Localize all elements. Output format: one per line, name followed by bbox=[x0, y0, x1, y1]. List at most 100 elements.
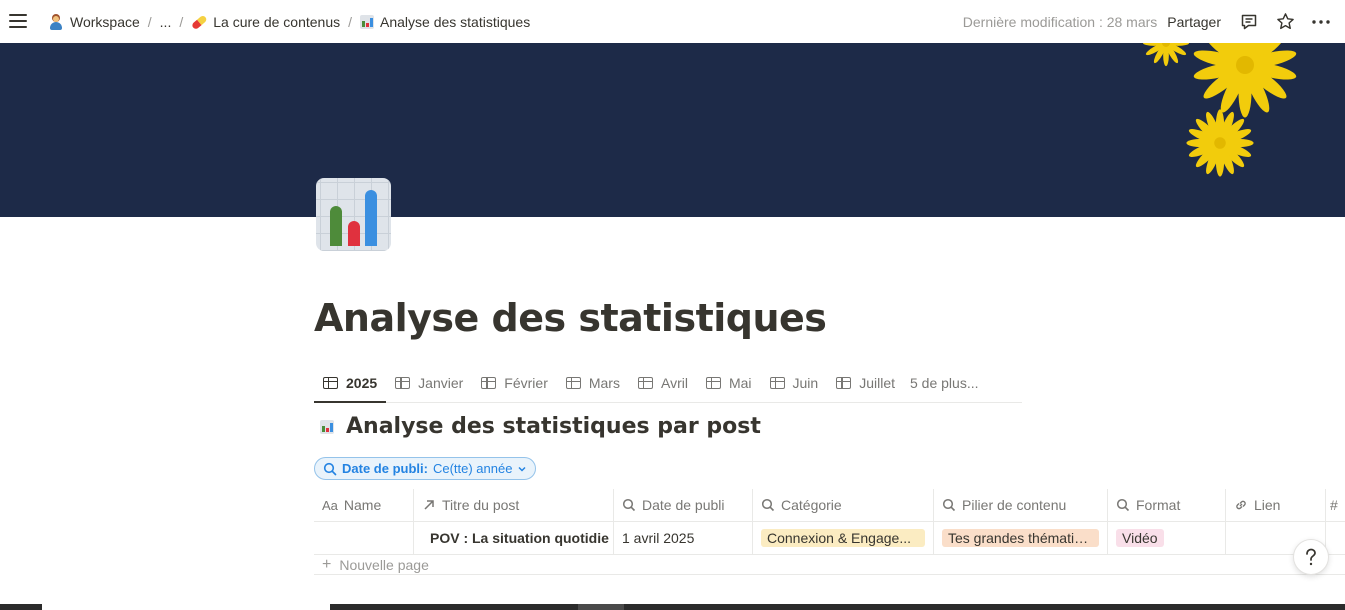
search-icon bbox=[622, 498, 636, 512]
pill-emoji-icon bbox=[188, 10, 211, 33]
table-icon bbox=[323, 377, 338, 389]
table-icon bbox=[705, 377, 721, 389]
column-label: Catégorie bbox=[781, 497, 842, 513]
breadcrumb-item-ellipsis[interactable]: ... bbox=[156, 12, 176, 32]
new-page-button[interactable]: + Nouvelle page bbox=[314, 555, 1345, 575]
text-type-icon: Aa bbox=[322, 497, 338, 513]
search-icon bbox=[323, 462, 337, 475]
bar-chart-emoji-icon bbox=[320, 419, 334, 434]
search-icon bbox=[942, 498, 956, 512]
column-label: Pilier de contenu bbox=[962, 497, 1067, 513]
tab-mars[interactable]: Mars bbox=[557, 364, 629, 402]
cell-categorie[interactable]: Connexion & Engage... bbox=[753, 522, 934, 554]
tab-label: Juin bbox=[792, 375, 819, 391]
category-tag: Connexion & Engage... bbox=[761, 529, 925, 547]
breadcrumb-label: La cure de contenus bbox=[213, 13, 341, 30]
tab-label: Mars bbox=[588, 375, 620, 391]
filter-property: Date de publi: bbox=[342, 461, 428, 476]
view-tabs: 2025 Janvier Février Mars Avril Mai Juin… bbox=[314, 364, 1022, 403]
hash-icon: # bbox=[1330, 497, 1338, 513]
table-header-row: Aa Name Titre du post Date de publi Caté… bbox=[314, 489, 1345, 522]
breadcrumb-separator: / bbox=[179, 13, 184, 30]
relation-arrow-icon bbox=[424, 500, 434, 510]
table-icon bbox=[395, 377, 411, 389]
column-label: Name bbox=[343, 497, 382, 513]
column-header-categorie[interactable]: Catégorie bbox=[753, 489, 934, 521]
breadcrumb-separator: / bbox=[348, 13, 352, 30]
plus-icon: + bbox=[322, 555, 332, 573]
tab-label: Mai bbox=[728, 375, 752, 391]
help-question-icon bbox=[1306, 548, 1316, 566]
os-taskbar bbox=[0, 604, 1345, 610]
cell-format[interactable]: Vidéo bbox=[1108, 522, 1226, 554]
comment-icon[interactable] bbox=[1237, 10, 1261, 34]
table-icon bbox=[836, 377, 852, 389]
link-icon bbox=[1236, 500, 1246, 510]
cell-name[interactable] bbox=[314, 522, 414, 554]
pillar-tag: Tes grandes thématiq... bbox=[942, 529, 1099, 547]
top-bar: Workspace / ... / La cure de contenus / … bbox=[0, 0, 1345, 43]
column-label: Lien bbox=[1254, 497, 1281, 513]
column-header-titre[interactable]: Titre du post bbox=[414, 489, 614, 521]
cell-date[interactable]: 1 avril 2025 bbox=[614, 522, 753, 554]
tab-fevrier[interactable]: Février bbox=[472, 364, 557, 402]
new-page-label: Nouvelle page bbox=[339, 556, 429, 573]
tab-label: Février bbox=[504, 375, 548, 391]
page-cover[interactable] bbox=[0, 43, 1345, 217]
search-icon bbox=[761, 498, 775, 512]
table-icon bbox=[637, 377, 653, 389]
star-icon[interactable] bbox=[1273, 10, 1297, 34]
table-icon bbox=[565, 377, 581, 389]
person-emoji-icon bbox=[48, 13, 64, 30]
sidebar-menu-icon[interactable] bbox=[9, 12, 27, 30]
breadcrumb-item-cure[interactable]: La cure de contenus bbox=[187, 12, 344, 32]
database-title[interactable]: Analyse des statistiques par post bbox=[346, 414, 761, 439]
column-header-number[interactable]: # bbox=[1326, 489, 1345, 521]
page-icon[interactable] bbox=[316, 178, 391, 251]
breadcrumb-label: Analyse des statistiques bbox=[380, 13, 531, 30]
database-table: Aa Name Titre du post Date de publi Caté… bbox=[314, 489, 1345, 575]
column-header-date[interactable]: Date de publi bbox=[614, 489, 753, 521]
breadcrumb-label: Workspace bbox=[70, 13, 140, 30]
cell-number[interactable] bbox=[1326, 522, 1345, 554]
tab-2025[interactable]: 2025 bbox=[314, 364, 387, 403]
bar-chart-emoji-icon bbox=[360, 14, 374, 29]
more-options-icon[interactable] bbox=[1309, 10, 1333, 34]
breadcrumb-separator: / bbox=[147, 13, 152, 30]
search-icon bbox=[1116, 498, 1130, 512]
tab-juin[interactable]: Juin bbox=[761, 364, 828, 402]
more-views-button[interactable]: 5 de plus... bbox=[904, 364, 985, 402]
tab-juillet[interactable]: Juillet bbox=[827, 364, 904, 402]
tab-label: Avril bbox=[660, 375, 688, 391]
column-label: Format bbox=[1136, 497, 1181, 513]
tab-label: Juillet bbox=[859, 375, 895, 391]
tab-avril[interactable]: Avril bbox=[629, 364, 697, 402]
cell-titre[interactable]: POV : La situation quotidie bbox=[414, 522, 614, 554]
format-tag: Vidéo bbox=[1116, 529, 1164, 547]
database-heading: Analyse des statistiques par post bbox=[320, 414, 761, 439]
breadcrumb-item-workspace[interactable]: Workspace bbox=[44, 12, 144, 32]
share-button[interactable]: Partager bbox=[1167, 14, 1221, 30]
column-header-format[interactable]: Format bbox=[1108, 489, 1226, 521]
date-filter-chip[interactable]: Date de publi: Ce(tte) année bbox=[314, 457, 537, 480]
cell-pilier[interactable]: Tes grandes thématiq... bbox=[934, 522, 1108, 554]
last-modified-text: Dernière modification : 28 mars bbox=[962, 13, 1158, 30]
column-header-name[interactable]: Aa Name bbox=[314, 489, 414, 521]
breadcrumb: Workspace / ... / La cure de contenus / … bbox=[44, 0, 534, 43]
column-label: Titre du post bbox=[442, 497, 520, 513]
column-header-lien[interactable]: Lien bbox=[1226, 489, 1326, 521]
table-icon bbox=[481, 377, 497, 389]
column-label: Date de publi bbox=[642, 497, 725, 513]
table-icon bbox=[769, 377, 785, 389]
breadcrumb-item-analyse[interactable]: Analyse des statistiques bbox=[356, 12, 534, 32]
tab-janvier[interactable]: Janvier bbox=[386, 364, 472, 402]
breadcrumb-label: ... bbox=[159, 13, 172, 30]
tab-label: Janvier bbox=[418, 375, 464, 391]
column-header-pilier[interactable]: Pilier de contenu bbox=[934, 489, 1108, 521]
page-title[interactable]: Analyse des statistiques bbox=[314, 296, 827, 340]
post-title-link[interactable]: POV : La situation quotidie bbox=[430, 530, 609, 546]
tab-mai[interactable]: Mai bbox=[697, 364, 761, 402]
help-button[interactable] bbox=[1293, 539, 1329, 575]
filter-value: Ce(tte) année bbox=[432, 461, 513, 476]
table-row[interactable]: POV : La situation quotidie 1 avril 2025… bbox=[314, 522, 1345, 555]
